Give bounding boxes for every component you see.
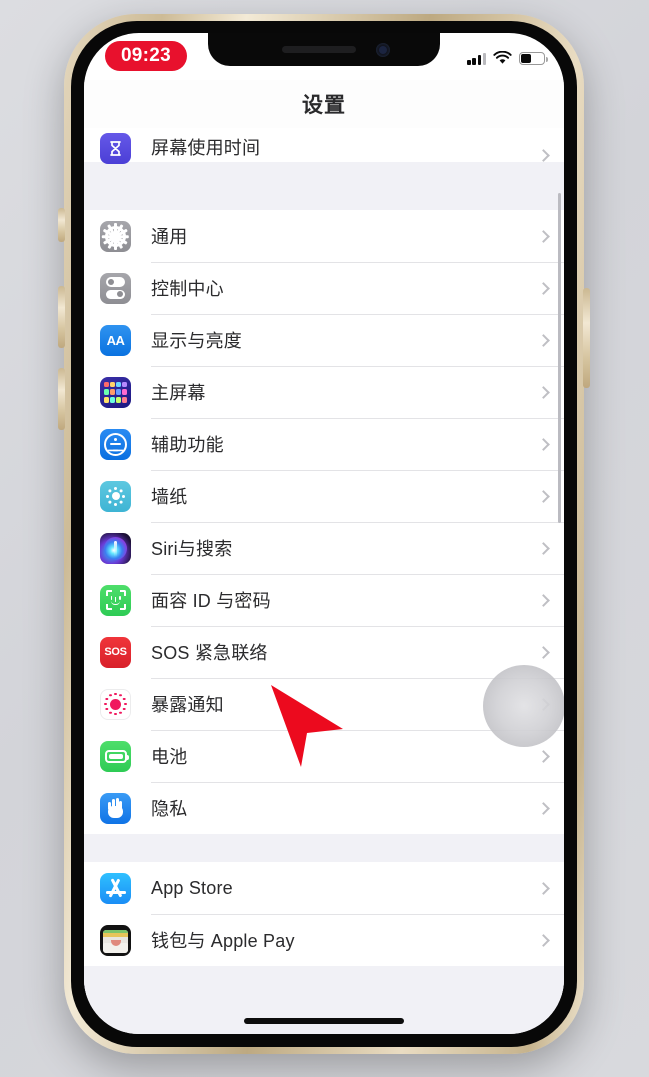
group-gap-2 bbox=[84, 834, 564, 862]
phone-screen: 09:23 设置 屏幕使用时间 通用 控制中心 AA 显示与亮度 主屏幕 辅助功… bbox=[84, 33, 564, 1034]
accessibility-icon bbox=[100, 428, 131, 460]
control-center-icon bbox=[100, 272, 131, 304]
settings-row-label: 面容 ID 与密码 bbox=[151, 591, 271, 611]
scrollbar[interactable] bbox=[557, 193, 561, 523]
settings-row-wallpaper[interactable]: 墙纸 bbox=[84, 470, 564, 522]
display-aa-icon: AA bbox=[100, 324, 131, 356]
settings-row-label: 墙纸 bbox=[151, 487, 188, 507]
navigation-bar: 设置 bbox=[84, 80, 564, 128]
home-screen-icon bbox=[100, 376, 131, 408]
settings-row-face-id-passcode[interactable]: 面容 ID 与密码 bbox=[84, 574, 564, 626]
settings-row-emergency-sos[interactable]: SOS SOS 紧急联络 bbox=[84, 626, 564, 678]
settings-row-label: App Store bbox=[151, 877, 233, 898]
power-button[interactable] bbox=[583, 288, 590, 388]
wallet-icon bbox=[100, 924, 131, 956]
settings-row-wallet-apple-pay[interactable]: 钱包与 Apple Pay bbox=[84, 914, 564, 966]
chevron-right-icon bbox=[537, 385, 550, 399]
battery-icon bbox=[519, 52, 548, 65]
settings-row-label: 钱包与 Apple Pay bbox=[151, 931, 295, 951]
settings-row-label: 通用 bbox=[151, 227, 188, 247]
chevron-right-icon bbox=[537, 281, 550, 295]
settings-row-label: 控制中心 bbox=[151, 279, 224, 299]
face-id-icon bbox=[100, 584, 131, 616]
wifi-icon bbox=[493, 50, 512, 65]
screen-time-icon bbox=[100, 133, 131, 164]
siri-icon bbox=[100, 532, 131, 564]
settings-row-home-screen[interactable]: 主屏幕 bbox=[84, 366, 564, 418]
chevron-right-icon bbox=[537, 489, 550, 503]
sos-icon: SOS bbox=[100, 636, 131, 668]
settings-row-label: SOS 紧急联络 bbox=[151, 643, 268, 663]
exposure-notification-icon bbox=[100, 688, 131, 720]
red-arrow-cursor bbox=[265, 681, 355, 771]
settings-row-accessibility[interactable]: 辅助功能 bbox=[84, 418, 564, 470]
volume-down-button[interactable] bbox=[58, 368, 65, 430]
settings-list[interactable]: 屏幕使用时间 通用 控制中心 AA 显示与亮度 主屏幕 辅助功能 墙纸 Siri… bbox=[84, 128, 564, 1034]
settings-row-label: 主屏幕 bbox=[151, 383, 206, 403]
chevron-right-icon bbox=[537, 593, 550, 607]
group-gap-1 bbox=[84, 162, 564, 210]
chevron-right-icon bbox=[537, 229, 550, 243]
settings-row-app-store[interactable]: App Store bbox=[84, 862, 564, 914]
settings-row-label: Siri与搜索 bbox=[151, 539, 233, 559]
status-time-pill: 09:23 bbox=[105, 41, 187, 71]
phone-bezel: 09:23 设置 屏幕使用时间 通用 控制中心 AA 显示与亮度 主屏幕 辅助功… bbox=[71, 21, 577, 1047]
settings-row-label: 电池 bbox=[151, 747, 188, 767]
settings-row-privacy[interactable]: 隐私 bbox=[84, 782, 564, 834]
chevron-right-icon bbox=[537, 541, 550, 555]
cellular-signal-icon bbox=[467, 52, 486, 65]
settings-row-screen-time[interactable]: 屏幕使用时间 bbox=[84, 128, 564, 164]
settings-row-label: 辅助功能 bbox=[151, 435, 224, 455]
settings-group-store: App Store 钱包与 Apple Pay bbox=[84, 862, 564, 966]
notch bbox=[208, 33, 440, 66]
mute-switch[interactable] bbox=[58, 208, 65, 242]
chevron-right-icon bbox=[537, 437, 550, 451]
settings-row-general[interactable]: 通用 bbox=[84, 210, 564, 262]
iphone-device-frame: 09:23 设置 屏幕使用时间 通用 控制中心 AA 显示与亮度 主屏幕 辅助功… bbox=[64, 14, 584, 1054]
settings-row-display-brightness[interactable]: AA 显示与亮度 bbox=[84, 314, 564, 366]
chevron-right-icon bbox=[537, 749, 550, 763]
chevron-right-icon bbox=[537, 645, 550, 659]
screenshot-root: 09:23 设置 屏幕使用时间 通用 控制中心 AA 显示与亮度 主屏幕 辅助功… bbox=[0, 0, 649, 1077]
chevron-right-icon bbox=[537, 881, 550, 895]
settings-row-siri-search[interactable]: Siri与搜索 bbox=[84, 522, 564, 574]
chevron-right-icon bbox=[537, 149, 550, 162]
wallpaper-icon bbox=[100, 480, 131, 512]
settings-row-label: 屏幕使用时间 bbox=[151, 138, 261, 158]
status-indicators bbox=[467, 47, 548, 65]
volume-up-button[interactable] bbox=[58, 286, 65, 348]
page-title: 设置 bbox=[302, 94, 346, 117]
status-time: 09:23 bbox=[120, 45, 172, 66]
privacy-hand-icon bbox=[100, 792, 131, 824]
settings-row-label: 隐私 bbox=[151, 799, 188, 819]
tap-highlight-circle bbox=[483, 665, 564, 747]
chevron-right-icon bbox=[537, 333, 550, 347]
group-gap-3 bbox=[84, 966, 564, 1014]
settings-row-label: 暴露通知 bbox=[151, 695, 224, 715]
front-camera-icon bbox=[376, 43, 390, 57]
settings-group-screentime: 屏幕使用时间 bbox=[84, 128, 564, 164]
earpiece-speaker-icon bbox=[282, 46, 356, 53]
settings-row-control-center[interactable]: 控制中心 bbox=[84, 262, 564, 314]
chevron-right-icon bbox=[537, 801, 550, 815]
app-store-icon bbox=[100, 872, 131, 904]
gear-icon bbox=[100, 220, 131, 252]
battery-icon bbox=[100, 740, 131, 772]
home-indicator-bar bbox=[244, 1018, 404, 1024]
chevron-right-icon bbox=[537, 933, 550, 947]
settings-row-label: 显示与亮度 bbox=[151, 331, 242, 351]
